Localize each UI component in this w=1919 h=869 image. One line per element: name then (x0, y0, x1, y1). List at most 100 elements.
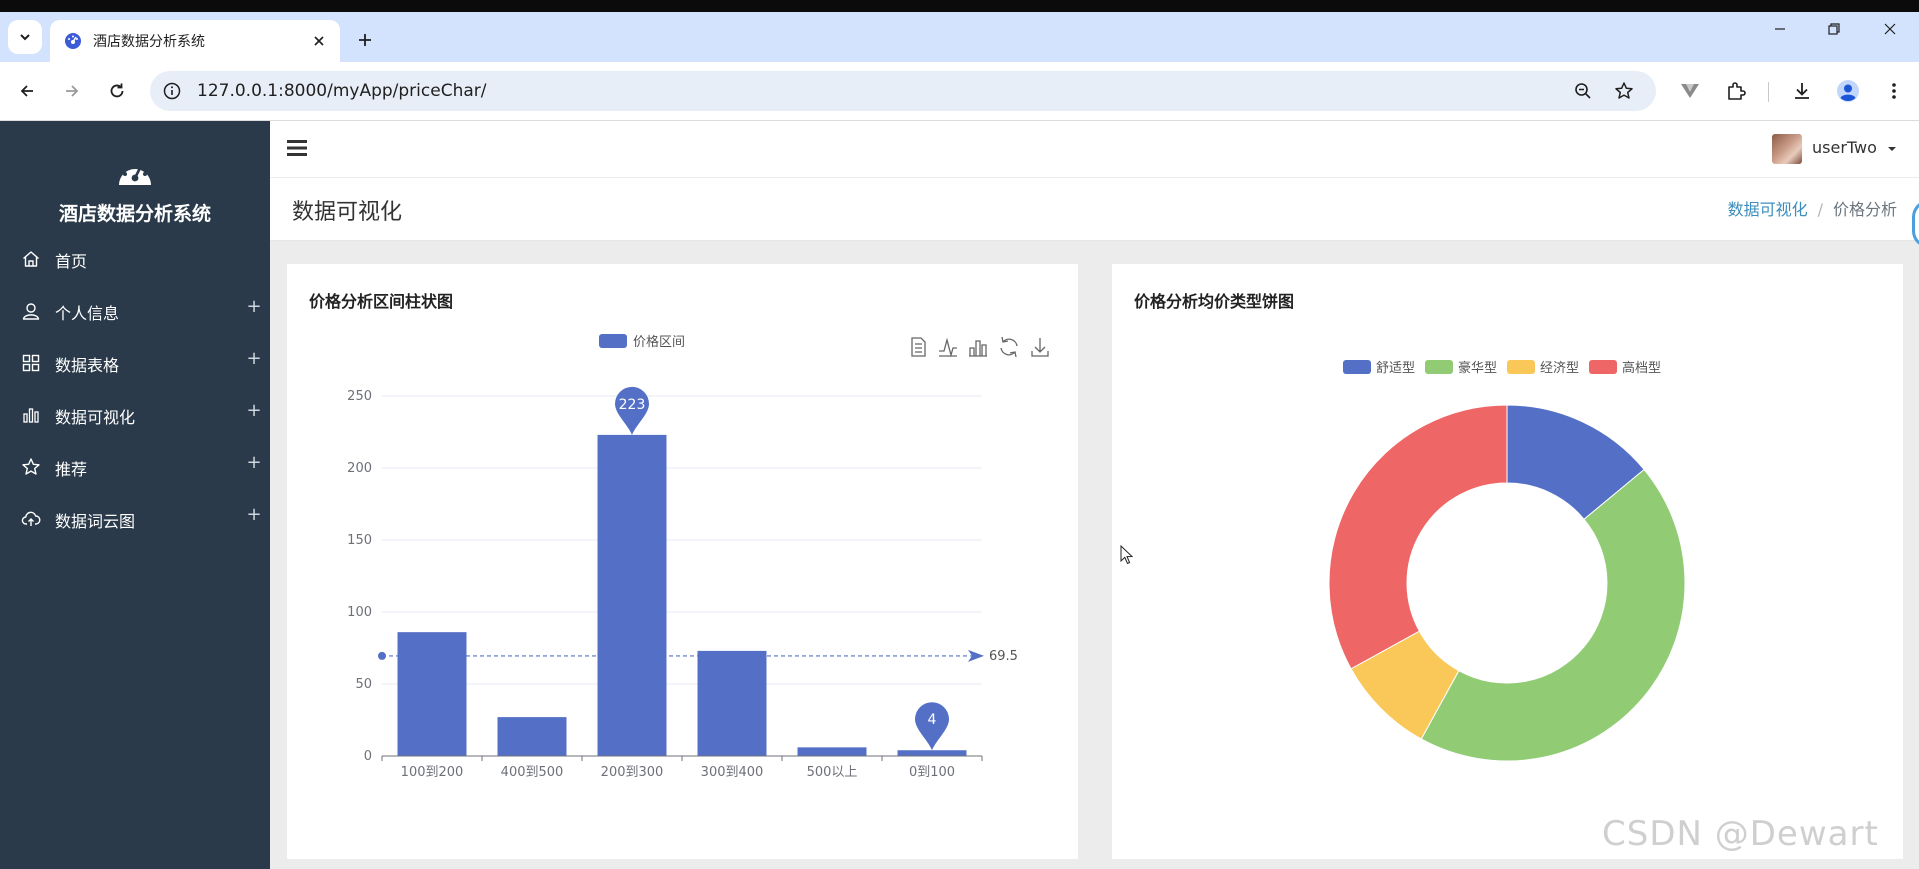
window-close-button[interactable] (1866, 15, 1914, 43)
reload-icon (110, 83, 124, 98)
sidebar-item-profile[interactable]: 个人信息 + (0, 290, 270, 330)
x-tick-label: 200到300 (601, 765, 664, 780)
home-icon (20, 248, 42, 270)
extension-filter-icon[interactable] (1674, 75, 1706, 107)
sidebar-item-recommend[interactable]: 推荐 + (0, 446, 270, 486)
path (969, 340, 987, 357)
tab-bar: 酒店数据分析系统 (0, 12, 1919, 62)
dashboard-logo-icon (116, 156, 154, 188)
browser-toolbar: 127.0.0.1:8000/myApp/priceChar/ (0, 62, 1919, 121)
profile-icon[interactable] (1832, 75, 1864, 107)
expand-plus-icon[interactable]: + (245, 348, 263, 369)
sidebar-item-label: 推荐 (55, 460, 88, 479)
bar (397, 632, 467, 756)
breadcrumb-current: 价格分析 (1832, 200, 1897, 219)
line-chart-icon (939, 337, 957, 358)
dashboard-icon (63, 31, 83, 51)
browser-tab[interactable]: 酒店数据分析系统 (50, 20, 340, 62)
data-view-icon (911, 337, 926, 357)
bar-chart: 价格区间 0 50 100 150 200 250 100到200 400到500 200到300… (347, 334, 1049, 780)
sidebar-item-visualization[interactable]: 数据可视化 + (0, 394, 270, 434)
brand-title: 酒店数据分析系统 (58, 203, 211, 225)
legend: 价格区间 (599, 334, 685, 350)
sidebar-item-data-table[interactable]: 数据表格 + (0, 342, 270, 382)
top-header: userTwo (270, 121, 1919, 178)
toolbar-separator (1768, 82, 1769, 102)
caret-down-icon[interactable] (1887, 144, 1897, 154)
y-tick-label: 200 (347, 461, 372, 476)
expand-plus-icon[interactable]: + (245, 296, 263, 317)
x-tick-label: 400到500 (501, 765, 564, 780)
path (911, 337, 926, 357)
sidebar-item-label: 数据表格 (55, 356, 120, 375)
bookmark-star-icon[interactable] (1610, 77, 1638, 105)
menu-toggle-icon[interactable] (286, 138, 308, 158)
legend-label: 豪华型 (1458, 360, 1497, 376)
pie-slice (1420, 468, 1686, 762)
bar (697, 650, 767, 756)
legend: 舒适型 豪华型 经济型 高档型 (1343, 360, 1661, 376)
x-tick-label: 100到200 (401, 765, 464, 780)
legend-swatch (1507, 360, 1535, 374)
y-tick-label: 100 (347, 605, 372, 620)
tab-search-button[interactable] (8, 20, 42, 54)
sidebar-item-label: 数据词云图 (55, 512, 136, 531)
pie-chart: 舒适型 豪华型 经济型 高档型 (1328, 360, 1686, 762)
path (1031, 338, 1049, 357)
back-button[interactable] (11, 75, 43, 107)
y-tick-label: 150 (347, 533, 372, 548)
download-icon (1031, 338, 1049, 357)
bar (497, 717, 567, 756)
minimize-icon (1775, 28, 1785, 30)
bar-chart-card: 价格分析区间柱状图 价格区间 0 50 100 150 200 250 100到200 400到… (287, 264, 1078, 859)
mark-line-start-dot (378, 651, 386, 660)
info-icon[interactable] (158, 77, 186, 105)
minimize-button[interactable] (1756, 15, 1804, 43)
restore-button[interactable] (1810, 15, 1858, 43)
sidebar-item-home[interactable]: 首页 (0, 238, 270, 278)
breadcrumb-separator: / (1817, 200, 1823, 219)
address-bar[interactable]: 127.0.0.1:8000/myApp/priceChar/ (150, 71, 1656, 111)
legend-swatch (599, 334, 627, 348)
expand-plus-icon[interactable]: + (245, 400, 263, 421)
sidebar-item-label: 个人信息 (55, 304, 120, 323)
mouse-cursor-icon (1120, 545, 1134, 565)
breadcrumb: 数据可视化 / 价格分析 (1728, 196, 1897, 220)
top-strip (0, 0, 1919, 12)
extensions-puzzle-icon[interactable] (1720, 75, 1752, 107)
cloud-upload-icon (20, 508, 42, 530)
zoom-icon[interactable] (1569, 77, 1597, 105)
expand-plus-icon[interactable]: + (245, 452, 263, 473)
legend-label: 价格区间 (633, 334, 685, 350)
reload-button[interactable] (101, 75, 133, 107)
arrow-left-icon (20, 85, 33, 97)
close-icon[interactable] (308, 30, 330, 52)
bar (897, 750, 967, 756)
legend-swatch (1589, 360, 1617, 374)
y-tick-label: 50 (355, 677, 372, 692)
avatar[interactable] (1772, 134, 1802, 164)
x-tick-label: 300到400 (701, 765, 764, 780)
restore-icon (1000, 336, 1018, 358)
legend-label: 舒适型 (1376, 361, 1415, 376)
user-icon (20, 300, 42, 322)
username[interactable]: userTwo (1812, 138, 1877, 157)
sidebar-item-wordcloud[interactable]: 数据词云图 + (0, 498, 270, 538)
legend-label: 高档型 (1622, 360, 1661, 376)
forward-button[interactable] (56, 75, 88, 107)
mark-point-pin: 4 (915, 702, 949, 751)
sidebar: 酒店数据分析系统 首页 个人信息 + 数据表格 + 数据可视化 + 推荐 + 数… (0, 121, 270, 869)
pin-label: 4 (928, 712, 937, 728)
download-icon[interactable] (1786, 75, 1818, 107)
new-tab-button[interactable] (352, 27, 378, 53)
legend-swatch (1425, 360, 1453, 374)
x-tick-label: 500以上 (807, 765, 858, 780)
breadcrumb-link[interactable]: 数据可视化 (1728, 200, 1808, 219)
grid-icon (20, 352, 42, 374)
url-text[interactable]: 127.0.0.1:8000/myApp/priceChar/ (197, 81, 486, 101)
arrow-right-icon (66, 85, 79, 97)
expand-plus-icon[interactable]: + (245, 504, 263, 525)
y-tick-label: 0 (364, 749, 372, 764)
pin-label: 223 (619, 397, 646, 413)
browser-menu-icon[interactable] (1878, 75, 1910, 107)
